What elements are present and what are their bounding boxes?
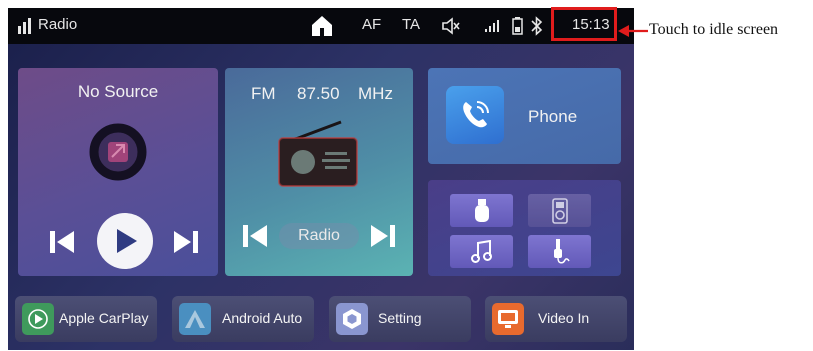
radio-seek-back-icon[interactable] (241, 222, 269, 250)
phone-panel[interactable]: Phone (428, 68, 621, 164)
head-unit-screen: Radio AF TA 15:13 No Source FM 87.50 MHz… (8, 8, 634, 350)
status-bar: Radio AF TA 15:13 (8, 8, 634, 44)
play-icon (117, 229, 137, 253)
usb-tile[interactable] (450, 194, 513, 227)
home-icon[interactable] (310, 14, 334, 38)
radio-unit: MHz (358, 84, 393, 103)
radio-label-pill: Radio (279, 223, 359, 249)
media-source-panel (428, 180, 621, 276)
apple-carplay-button[interactable]: Apple CarPlay (15, 296, 157, 342)
radio-signal-icon (18, 18, 31, 34)
battery-icon (512, 17, 523, 35)
clock-highlight-box (551, 7, 617, 41)
mute-icon[interactable] (441, 17, 461, 35)
app-label: Setting (378, 310, 422, 326)
music-tile[interactable] (450, 235, 513, 268)
radio-icon (278, 120, 358, 187)
radio-band: FM (251, 84, 276, 103)
phone-icon (463, 101, 489, 128)
previous-track-icon[interactable] (48, 228, 76, 256)
radio-panel[interactable]: FM 87.50 MHz Radio (225, 68, 413, 276)
callout-arrow (618, 25, 648, 37)
aux-jack-icon (554, 239, 570, 264)
callout-text: Touch to idle screen (649, 21, 779, 38)
phone-icon-tile (446, 86, 504, 144)
app-label: Apple CarPlay (59, 310, 149, 326)
android-auto-button[interactable]: Android Auto (172, 296, 314, 342)
carplay-icon (22, 303, 54, 335)
app-label: Android Auto (222, 310, 303, 326)
radio-label: Radio (298, 227, 340, 244)
android-auto-icon (179, 303, 211, 335)
aux-tile[interactable] (528, 235, 591, 268)
usb-icon (475, 199, 489, 222)
radio-seek-forward-icon[interactable] (369, 222, 397, 250)
source-title: No Source (77, 82, 159, 101)
af-toggle[interactable]: AF (362, 16, 381, 33)
play-button[interactable] (97, 213, 153, 269)
bluetooth-icon (531, 16, 543, 36)
video-in-button[interactable]: Video In (485, 296, 627, 342)
radio-frequency: 87.50 (297, 84, 340, 103)
ipod-icon (552, 198, 568, 224)
signal-strength-icon (485, 20, 499, 32)
app-title: Radio (38, 16, 78, 33)
music-note-icon (471, 240, 492, 263)
settings-hexagon-icon (336, 303, 368, 335)
ipod-tile[interactable] (528, 194, 591, 227)
ta-toggle[interactable]: TA (402, 16, 420, 33)
setting-button[interactable]: Setting (329, 296, 471, 342)
app-label: Video In (538, 310, 590, 326)
phone-label: Phone (528, 107, 578, 126)
next-track-icon[interactable] (172, 228, 200, 256)
video-in-icon (492, 303, 524, 335)
no-source-media-icon (89, 123, 147, 181)
source-panel[interactable]: No Source (18, 68, 218, 276)
